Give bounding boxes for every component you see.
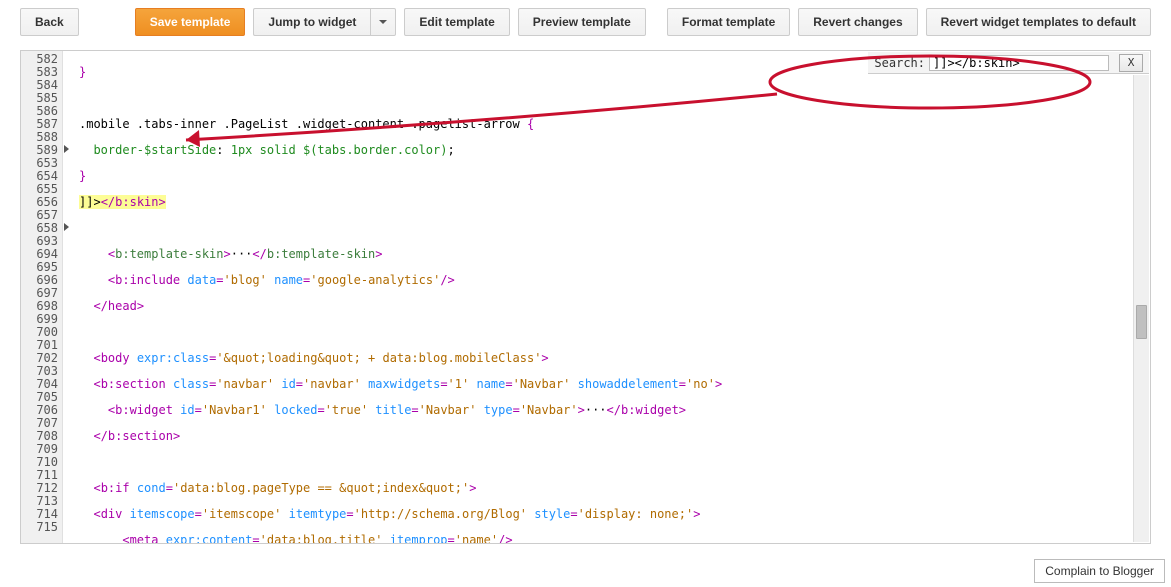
save-template-button[interactable]: Save template	[135, 8, 246, 36]
search-close-button[interactable]: X	[1119, 54, 1143, 72]
preview-template-button[interactable]: Preview template	[518, 8, 646, 36]
jump-to-widget-button[interactable]: Jump to widget	[253, 8, 370, 36]
toolbar: Back Save template Jump to widget Edit t…	[0, 0, 1171, 50]
scrollbar-thumb[interactable]	[1136, 305, 1147, 339]
back-button[interactable]: Back	[20, 8, 79, 36]
code-editor: Search: X 582583584585586587588589653654…	[20, 50, 1151, 544]
line-number-gutter: 5825835845855865875885896536546556566576…	[21, 51, 63, 543]
code-area[interactable]: } .mobile .tabs-inner .PageList .widget-…	[63, 51, 1150, 543]
search-label: Search:	[874, 56, 925, 70]
fold-arrow-icon[interactable]	[64, 223, 69, 231]
revert-changes-button[interactable]: Revert changes	[798, 8, 917, 36]
format-template-button[interactable]: Format template	[667, 8, 790, 36]
fold-arrow-icon[interactable]	[64, 145, 69, 153]
search-bar: Search: X	[868, 52, 1149, 74]
jump-to-widget-caret[interactable]	[370, 8, 396, 36]
complain-to-blogger-button[interactable]: Complain to Blogger	[1034, 559, 1165, 583]
caret-down-icon	[379, 20, 387, 24]
jump-to-widget-group: Jump to widget	[253, 8, 396, 36]
line-number: 715	[23, 521, 58, 534]
vertical-scrollbar[interactable]	[1133, 75, 1149, 542]
edit-template-button[interactable]: Edit template	[404, 8, 509, 36]
search-input[interactable]	[929, 55, 1109, 71]
revert-widget-templates-button[interactable]: Revert widget templates to default	[926, 8, 1151, 36]
